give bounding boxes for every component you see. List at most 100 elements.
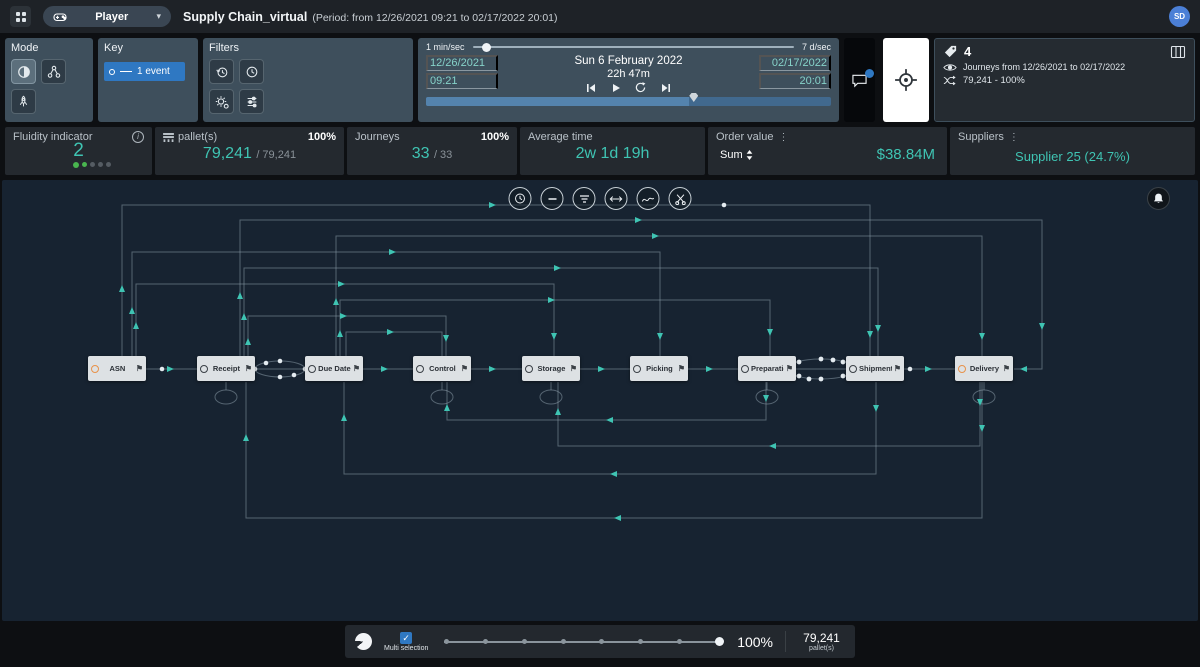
- chat-panel: [844, 38, 875, 122]
- journeys-value: 33: [411, 145, 430, 162]
- render-mode-button[interactable]: [355, 633, 372, 650]
- start-time-field[interactable]: 09:21: [426, 73, 498, 89]
- network-icon: [47, 65, 60, 78]
- node-status-icon: [308, 364, 316, 373]
- timeline-panel: 1 min/sec 7 d/sec 12/26/2021 09:21 Sun 6…: [418, 38, 839, 122]
- kebab-menu-icon[interactable]: ⋮: [1008, 132, 1020, 143]
- elapsed-label: 22h 47m: [607, 68, 650, 80]
- skip-start-button[interactable]: [584, 82, 597, 93]
- funnel-lines-icon: [579, 194, 589, 203]
- flow-node-delivery[interactable]: Delivery ⚑: [955, 356, 1013, 381]
- filters-panel: Filters: [203, 38, 413, 122]
- replay-button[interactable]: [634, 82, 647, 93]
- eye-icon: [943, 63, 957, 71]
- flow-node-storage[interactable]: Storage ⚑: [522, 356, 580, 381]
- start-date-field[interactable]: 12/26/2021: [426, 55, 498, 71]
- fluidity-dot: [97, 162, 103, 167]
- end-time-field[interactable]: 20:01: [758, 73, 831, 89]
- node-label: Due Date: [318, 364, 351, 373]
- fluidity-dot: [81, 162, 87, 167]
- app-grid-icon: [15, 11, 26, 22]
- node-label: Delivery: [969, 364, 999, 373]
- pallets-label: pallet(s): [178, 131, 218, 143]
- crosshair-icon: [895, 69, 917, 91]
- speed-slider-knob[interactable]: [482, 42, 492, 52]
- info-icon[interactable]: i: [132, 131, 144, 143]
- filter-sliders-button[interactable]: [239, 89, 264, 114]
- canvas-curve-button[interactable]: [636, 187, 660, 210]
- canvas-toolbar: [508, 187, 692, 210]
- flow-node-control[interactable]: Control ⚑: [413, 356, 471, 381]
- skip-end-button[interactable]: [659, 82, 672, 93]
- skip-start-icon: [586, 83, 595, 92]
- key-event-label: 1 event: [137, 66, 170, 77]
- flag-icon: ⚑: [893, 364, 901, 373]
- flow-node-due-date[interactable]: Due Date ⚑: [305, 356, 363, 381]
- filter-settings-button[interactable]: [209, 89, 234, 114]
- mode-network-button[interactable]: [41, 59, 66, 84]
- flow-canvas[interactable]: ASN ⚑ Receipt ⚑ Due Date ⚑ Control ⚑ Storage…: [2, 180, 1198, 621]
- end-date-field[interactable]: 02/17/2022: [758, 55, 831, 71]
- canvas-history-button[interactable]: [508, 187, 532, 210]
- multi-selection-checkbox[interactable]: ✓: [400, 631, 413, 644]
- rocket-icon: [19, 95, 28, 107]
- node-label: Receipt: [212, 364, 240, 373]
- zoom-slider[interactable]: [444, 637, 725, 646]
- canvas-collapse-button[interactable]: [540, 187, 564, 210]
- canvas-fit-width-button[interactable]: [604, 187, 628, 210]
- speed-min-label: 1 min/sec: [426, 42, 465, 52]
- app-menu-button[interactable]: [10, 6, 31, 27]
- key-event-item[interactable]: 1 event: [104, 62, 185, 81]
- pallets-total: / 79,241: [256, 149, 297, 161]
- avatar[interactable]: SD: [1169, 6, 1190, 27]
- player-label: Player: [95, 10, 129, 23]
- topbar: Player ▾ Supply Chain_virtual (Period: f…: [0, 0, 1200, 33]
- kebab-menu-icon[interactable]: ⋮: [777, 132, 789, 143]
- canvas-cut-button[interactable]: [668, 187, 692, 210]
- fluidity-dot: [105, 162, 111, 167]
- fluidity-value: 2: [73, 140, 84, 161]
- columns-icon: [1170, 45, 1186, 58]
- chat-button[interactable]: [851, 68, 874, 88]
- zoom-tick: [444, 639, 450, 644]
- filter-clock-button[interactable]: [239, 59, 264, 84]
- player-mode-select[interactable]: Player ▾: [43, 6, 171, 27]
- speed-slider[interactable]: [472, 42, 794, 52]
- mode-process-button[interactable]: [11, 59, 36, 84]
- play-icon: [612, 83, 620, 92]
- page-title: Supply Chain_virtual: [183, 9, 308, 24]
- node-label: Shipment: [859, 364, 892, 373]
- notifications-button[interactable]: [1147, 187, 1170, 210]
- filter-history-button[interactable]: [209, 59, 234, 84]
- timeline-end: 02/17/2022 20:01: [758, 55, 831, 93]
- journeys-total: / 33: [433, 149, 453, 161]
- key-panel: Key 1 event: [98, 38, 198, 122]
- average-time-value: 2w 1d 19h: [575, 145, 650, 162]
- canvas-filter-button[interactable]: [572, 187, 596, 210]
- pallet-icon: [163, 132, 174, 142]
- current-date-label: Sun 6 February 2022: [574, 55, 683, 67]
- timeline-progress-bar[interactable]: [426, 93, 831, 106]
- panel-toggle-button[interactable]: [1170, 45, 1186, 59]
- flow-node-asn[interactable]: ASN ⚑: [88, 356, 146, 381]
- node-status-icon: [849, 364, 857, 373]
- aggregation-select[interactable]: Sum: [720, 149, 753, 161]
- flow-tokens: [159, 202, 913, 382]
- multi-selection-label: Multi selection: [384, 644, 429, 652]
- node-label: Storage: [537, 364, 566, 373]
- selection-info-panel: 4 Journeys from 12/26/2021 to 02/17/2022…: [934, 38, 1195, 122]
- journeys-percent: 100%: [480, 131, 509, 143]
- flow-node-preparation[interactable]: Preparation⚑: [738, 356, 796, 381]
- center-view-button[interactable]: [894, 68, 918, 92]
- bell-icon: [1153, 193, 1164, 203]
- wave-icon: [641, 197, 655, 202]
- progress-marker[interactable]: [689, 93, 699, 102]
- progress-fill: [426, 97, 690, 106]
- play-button[interactable]: [609, 82, 622, 93]
- mode-rocket-button[interactable]: [11, 89, 36, 114]
- zoom-slider-knob[interactable]: [715, 637, 725, 646]
- flow-node-shipment[interactable]: Shipment ⚑: [846, 356, 904, 381]
- flow-node-picking[interactable]: Picking ⚑: [630, 356, 688, 381]
- flow-node-receipt[interactable]: Receipt ⚑: [197, 356, 255, 381]
- fluidity-dot: [72, 161, 79, 168]
